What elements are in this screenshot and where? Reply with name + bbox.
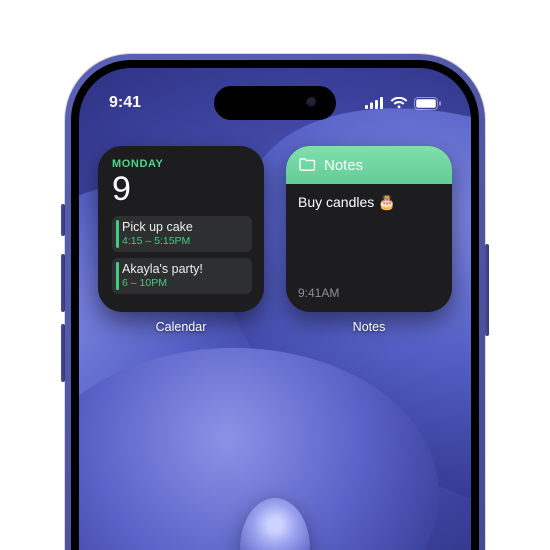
event-title: Akayla's party! xyxy=(122,262,244,276)
ring-switch xyxy=(61,204,65,236)
notes-widget-body: Buy candles 🎂 9:41AM xyxy=(286,184,452,312)
calendar-day-label: MONDAY xyxy=(112,158,252,170)
event-time: 4:15 – 5:15PM xyxy=(122,235,244,247)
event-title: Pick up cake xyxy=(122,220,244,234)
battery-icon xyxy=(414,97,441,110)
notes-widget-header: Notes xyxy=(286,146,452,184)
volume-down-button xyxy=(61,324,65,382)
cellular-icon xyxy=(365,97,384,109)
widget-label-calendar: Calendar xyxy=(156,320,207,334)
status-bar: 9:41 xyxy=(79,88,471,118)
calendar-event[interactable]: Pick up cake 4:15 – 5:15PM xyxy=(112,216,252,252)
event-time: 6 – 10PM xyxy=(122,277,244,289)
calendar-event[interactable]: Akayla's party! 6 – 10PM xyxy=(112,258,252,294)
widget-label-notes: Notes xyxy=(353,320,386,334)
iphone-frame: 9:41 xyxy=(65,54,485,550)
status-time: 9:41 xyxy=(109,94,141,112)
notes-header-title: Notes xyxy=(324,157,363,174)
calendar-widget[interactable]: MONDAY 9 Pick up cake 4:15 – 5:15PM Akay… xyxy=(98,146,264,312)
note-timestamp: 9:41AM xyxy=(298,286,339,300)
wifi-icon xyxy=(390,97,408,109)
widget-row: MONDAY 9 Pick up cake 4:15 – 5:15PM Akay… xyxy=(79,146,471,334)
volume-up-button xyxy=(61,254,65,312)
note-text: Buy candles 🎂 xyxy=(298,194,440,211)
calendar-day-number: 9 xyxy=(112,172,252,206)
folder-icon xyxy=(298,158,316,172)
calendar-event-list: Pick up cake 4:15 – 5:15PM Akayla's part… xyxy=(112,216,252,294)
iphone-bezel: 9:41 xyxy=(71,60,479,550)
notes-widget[interactable]: Notes Buy candles 🎂 9:41AM xyxy=(286,146,452,312)
home-screen[interactable]: 9:41 xyxy=(79,68,471,550)
side-button xyxy=(485,244,489,336)
